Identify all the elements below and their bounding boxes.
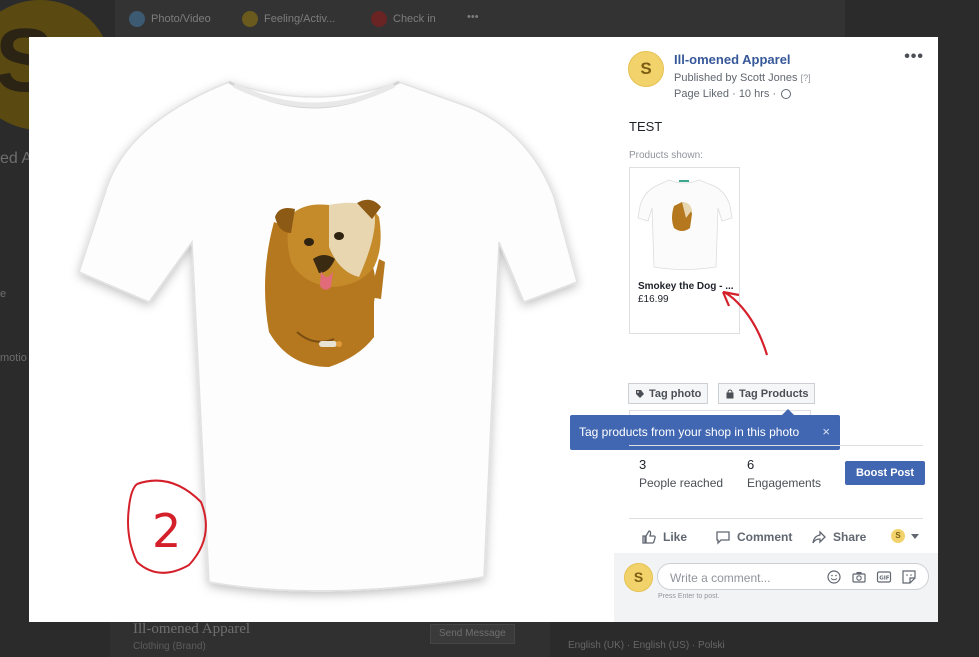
tshirt-photo: 2 xyxy=(78,80,578,592)
comment-avatar: S xyxy=(624,563,653,592)
annotation-arrow xyxy=(721,290,769,356)
check-in-action: Check in xyxy=(371,11,436,27)
photo-icon xyxy=(129,11,145,27)
product-price: £16.99 xyxy=(638,294,669,305)
share-button[interactable]: Share xyxy=(811,529,866,545)
globe-icon xyxy=(781,89,792,99)
photo-lightbox: 2 S Ill-omened Apparel Published by Scot… xyxy=(29,37,938,622)
post-side-panel: S Ill-omened Apparel Published by Scott … xyxy=(570,37,938,622)
emoji-icon[interactable] xyxy=(826,569,842,585)
reached-count: 3 xyxy=(639,457,647,472)
background-side-text: ed A xyxy=(0,150,33,167)
page-name-link[interactable]: Ill-omened Apparel xyxy=(674,52,791,67)
tag-products-button[interactable]: Tag Products xyxy=(718,383,816,404)
background-page-title: Ill-omened Apparel xyxy=(133,621,251,637)
svg-text:GIF: GIF xyxy=(879,576,890,582)
post-as-selector[interactable]: S xyxy=(891,529,919,543)
more-icon[interactable]: ••• xyxy=(904,49,924,65)
photo-video-action: Photo/Video xyxy=(129,11,211,27)
language-links: English (UK) · English (US) · Polski xyxy=(568,640,725,651)
camera-icon[interactable] xyxy=(851,569,867,585)
annotation-circle-number: 2 xyxy=(127,479,207,574)
comment-placeholder: Write a comment... xyxy=(670,571,771,585)
post-text: TEST xyxy=(629,119,663,134)
annotation-number: 2 xyxy=(152,504,181,558)
gif-icon[interactable]: GIF xyxy=(876,569,892,585)
help-link[interactable]: [?] xyxy=(801,73,811,83)
thumbs-up-icon xyxy=(642,530,656,544)
background-page-category: Clothing (Brand) xyxy=(133,641,206,652)
background-side-text: e xyxy=(0,288,7,300)
page-avatar[interactable]: S xyxy=(628,51,664,87)
background-side-text: motio xyxy=(0,352,27,364)
more-actions-icon: ••• xyxy=(467,11,479,23)
send-message-button: Send Message xyxy=(430,624,515,644)
feeling-action: Feeling/Activ... xyxy=(242,11,335,27)
comment-composer: S Write a comment... GIF Press Enter to … xyxy=(614,553,938,622)
shopping-bag-icon xyxy=(726,388,734,398)
press-enter-hint: Press Enter to post. xyxy=(658,593,720,600)
comment-bubble-icon xyxy=(716,531,730,545)
tag-photo-button[interactable]: Tag photo xyxy=(628,383,709,404)
share-arrow-icon xyxy=(812,530,826,544)
sticker-icon[interactable] xyxy=(901,569,917,585)
tooltip-tail xyxy=(782,409,794,415)
background-composer-bar: Photo/Video Feeling/Activ... Check in ••… xyxy=(115,0,845,39)
location-icon xyxy=(371,11,387,27)
engagements-count: 6 xyxy=(747,457,755,472)
bulldog-illustration xyxy=(265,199,385,367)
reached-label: People reached xyxy=(639,476,724,490)
comment-input[interactable]: Write a comment... GIF xyxy=(657,563,929,590)
caret-down-icon xyxy=(911,533,919,539)
like-button[interactable]: Like xyxy=(641,529,687,545)
avatar: S xyxy=(891,529,905,543)
products-label: Products shown: xyxy=(629,150,703,161)
post-meta: Page Liked · 10 hrs · xyxy=(674,88,792,100)
post-actions-row: Like Comment Share S xyxy=(629,518,923,555)
engagements-label: Engagements xyxy=(747,476,822,490)
published-by: Published by Scott Jones [?] xyxy=(674,72,811,84)
tooltip-text: Tag products from your shop in this phot… xyxy=(579,425,800,439)
close-icon[interactable]: × xyxy=(822,424,830,439)
tag-icon xyxy=(636,389,644,398)
boost-post-button[interactable]: Boost Post xyxy=(845,461,925,485)
feeling-icon xyxy=(242,11,258,27)
product-thumbnail xyxy=(637,179,733,270)
divider xyxy=(629,445,923,446)
comment-button[interactable]: Comment xyxy=(715,529,792,545)
photo-area[interactable]: 2 xyxy=(29,37,614,622)
